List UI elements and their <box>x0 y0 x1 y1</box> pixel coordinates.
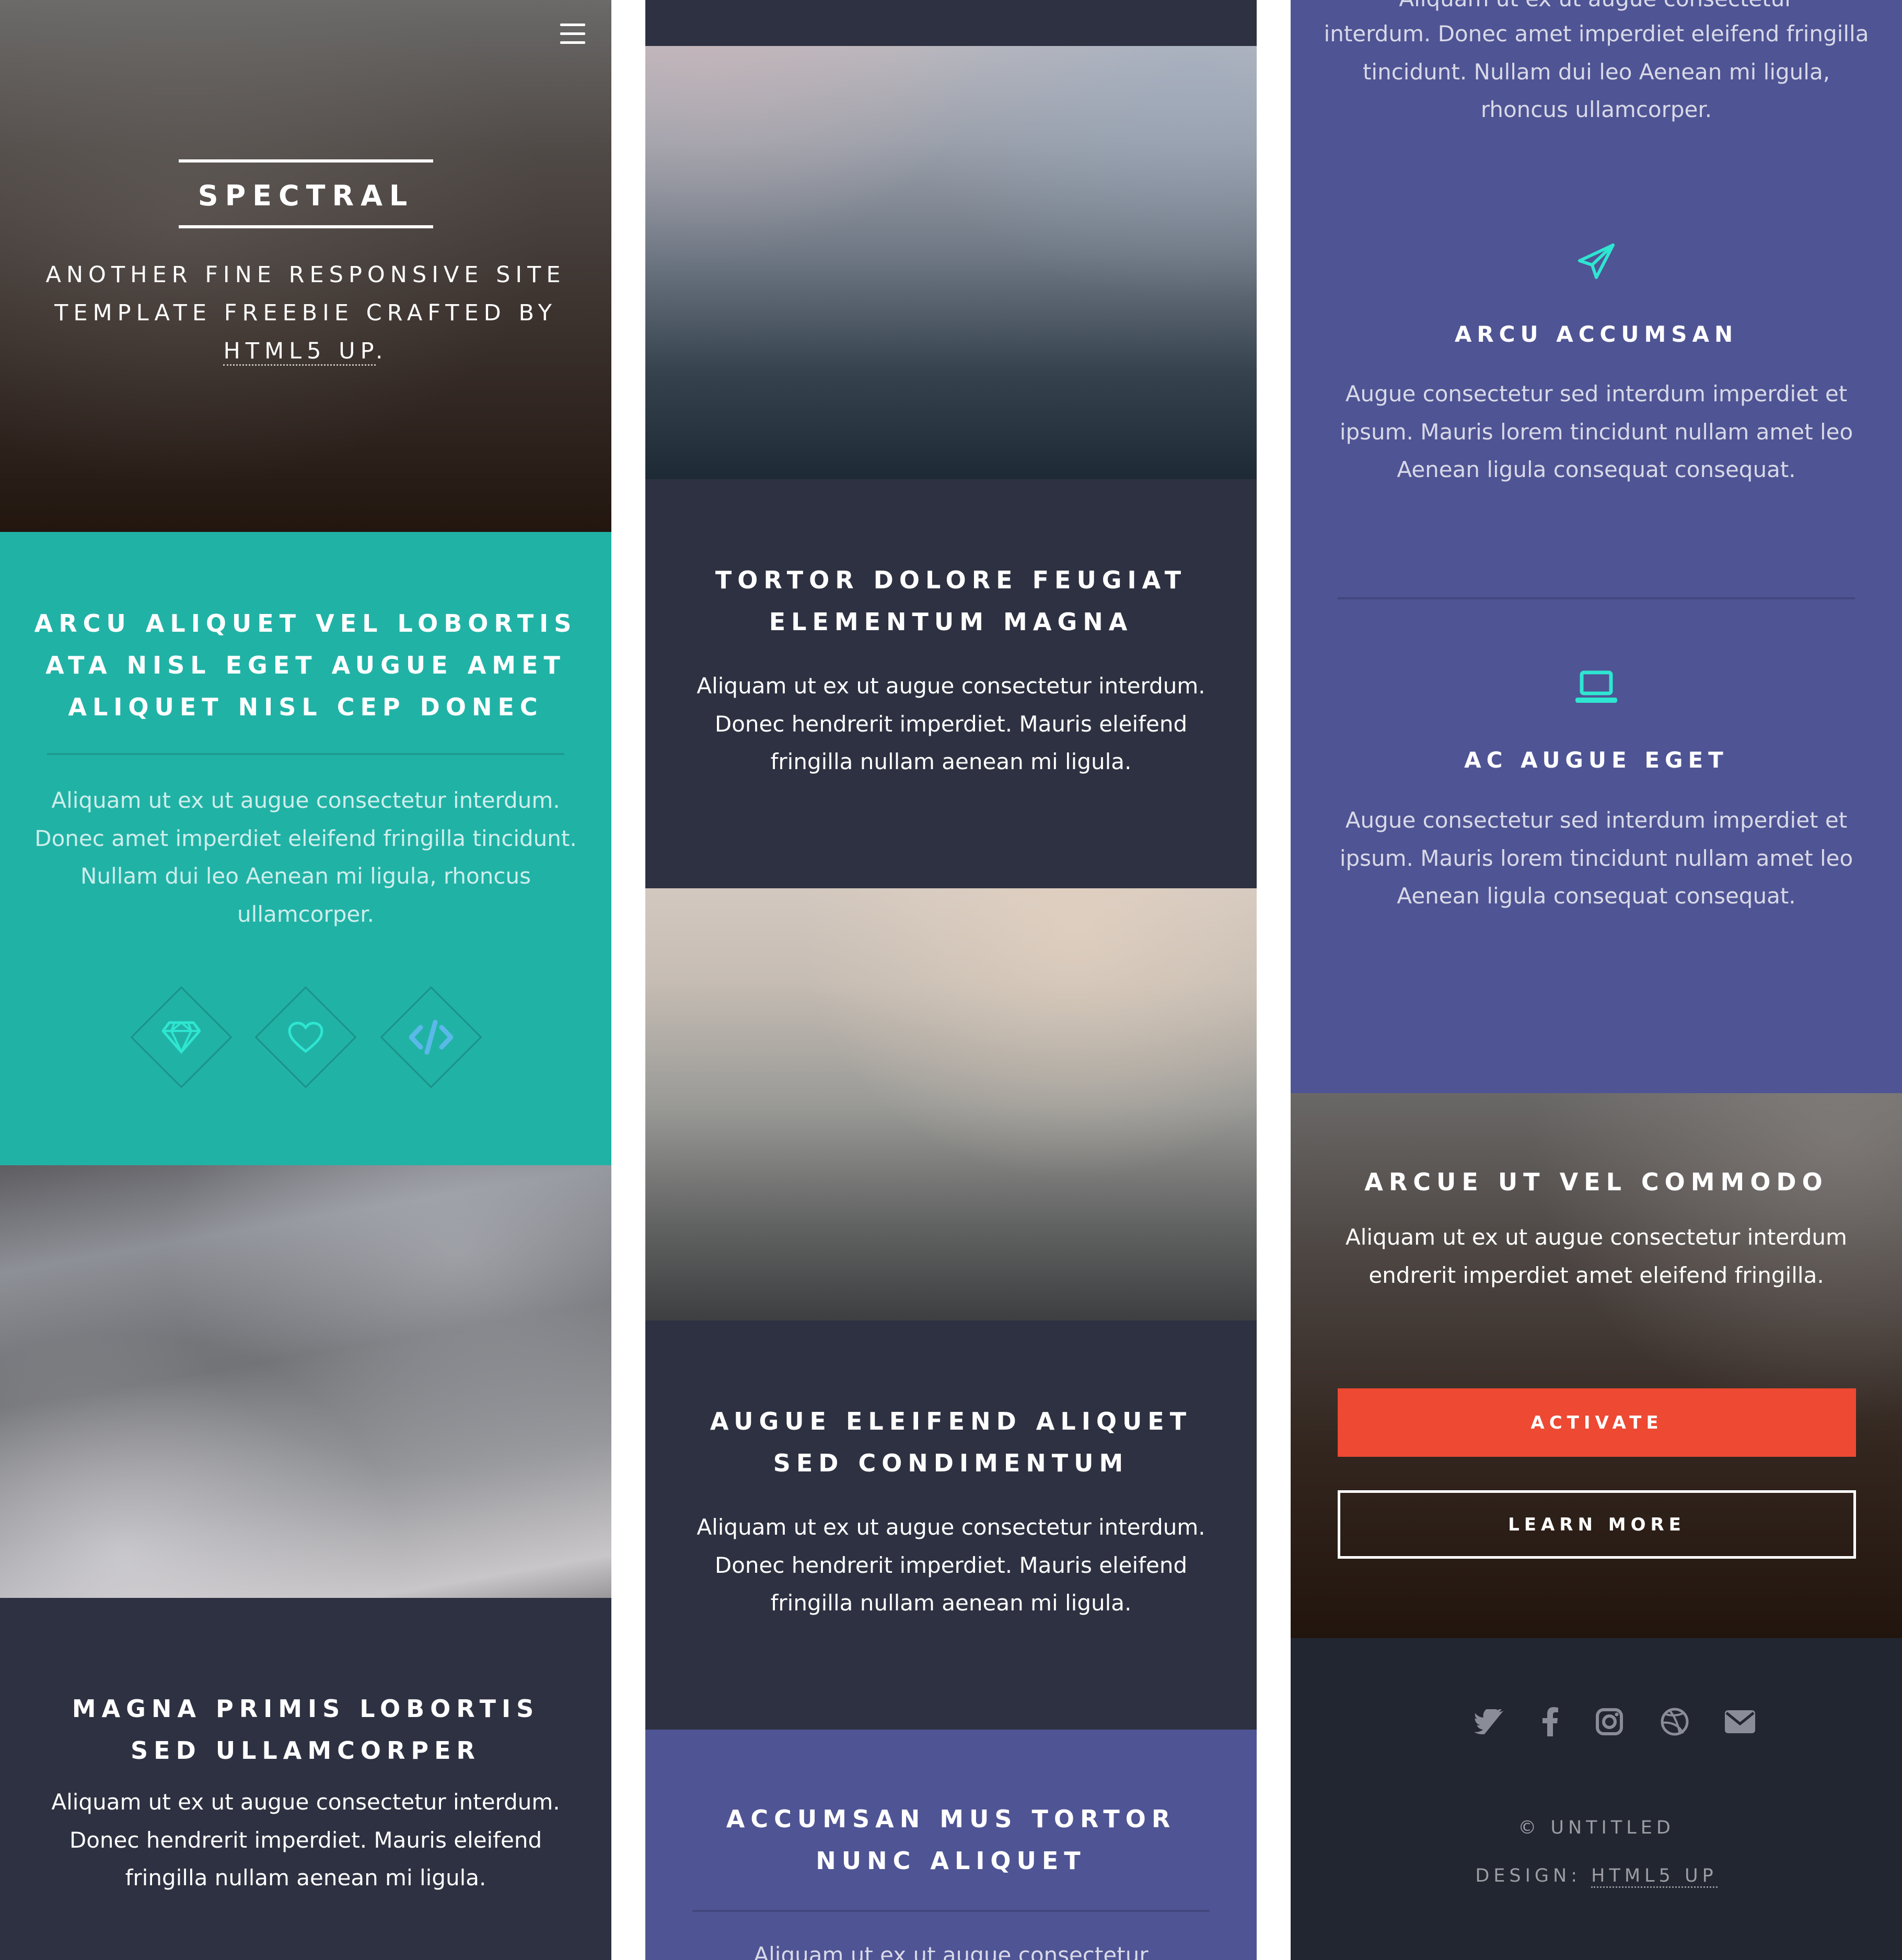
spotlight-title: TORTOR DOLORE FEUGIAT ELEMENTUM MAGNA <box>645 559 1257 643</box>
design-prefix: DESIGN: <box>1475 1865 1592 1886</box>
spotlight-title-line: ELEMENTUM MAGNA <box>769 608 1133 636</box>
spotlight-title-line: AUGUE ELEIFEND ALIQUET <box>710 1407 1192 1435</box>
spotlight-title-line: MAGNA PRIMIS LOBORTIS <box>72 1695 540 1723</box>
spotlight-2: TORTOR DOLORE FEUGIAT ELEMENTUM MAGNA Al… <box>645 479 1257 888</box>
features-title: ACCUMSAN MUS TORTOR NUNC ALIQUET <box>645 1798 1257 1882</box>
tagline-text: ANOTHER FINE RESPONSIVE SITE TEMPLATE FR… <box>45 262 566 326</box>
dark-strip <box>645 0 1257 46</box>
spotlight-body: Aliquam ut ex ut augue consectetur inter… <box>697 673 1205 774</box>
learn-more-button[interactable]: LEARN MORE <box>1338 1490 1856 1559</box>
banner-hero: SPECTRAL ANOTHER FINE RESPONSIVE SITE TE… <box>0 0 611 532</box>
features-intro: interdum. Donec amet imperdiet eleifend … <box>1324 21 1869 122</box>
intro-title-line: ARCU ALIQUET VEL LOBORTIS <box>34 609 577 637</box>
spotlight-1: MAGNA PRIMIS LOBORTIS SED ULLAMCORPER Al… <box>0 1598 611 1960</box>
spotlight-3: AUGUE ELEIFEND ALIQUET SED CONDIMENTUM A… <box>645 1320 1257 1730</box>
copyright-text: © UNTITLED <box>1518 1817 1675 1838</box>
spotlight-body: Aliquam ut ex ut augue consectetur inter… <box>51 1789 560 1891</box>
intro-title-line: ALIQUET NISL CEP DONEC <box>68 693 543 721</box>
email-icon[interactable] <box>1722 1703 1758 1740</box>
spotlight-title: MAGNA PRIMIS LOBORTIS SED ULLAMCORPER <box>0 1688 611 1771</box>
spotlight-body: Aliquam ut ex ut augue consectetur inter… <box>697 1514 1205 1616</box>
features-intro-start: Aliquam ut ex ut augue consectetur <box>753 1942 1149 1960</box>
spotlight-title-line: SED CONDIMENTUM <box>773 1449 1129 1477</box>
cta-body: Aliquam ut ex ut augue consectetur inter… <box>1346 1224 1847 1288</box>
page-column-2: TORTOR DOLORE FEUGIAT ELEMENTUM MAGNA Al… <box>645 0 1257 1960</box>
dribbble-icon[interactable] <box>1656 1703 1693 1740</box>
activate-button[interactable]: ACTIVATE <box>1338 1388 1856 1457</box>
instagram-icon[interactable] <box>1591 1703 1628 1740</box>
hero-tagline: ANOTHER FINE RESPONSIVE SITE TEMPLATE FR… <box>31 256 580 370</box>
page-column-3: Aliquam ut ex ut augue consectetur inter… <box>1291 0 1902 1960</box>
tagline-suffix: . <box>375 338 388 364</box>
page-column-1: SPECTRAL ANOTHER FINE RESPONSIVE SITE TE… <box>0 0 611 1960</box>
intro-title: ARCU ALIQUET VEL LOBORTIS ATA NISL EGET … <box>0 602 611 728</box>
intro-title-line: ATA NISL EGET AUGUE AMET <box>45 651 566 679</box>
feature-body: Augue consectetur sed interdum imperdiet… <box>1339 381 1853 482</box>
twitter-icon[interactable] <box>1471 1703 1507 1740</box>
hamburger-menu-icon[interactable] <box>560 24 585 47</box>
features-title-line: NUNC ALIQUET <box>816 1847 1086 1875</box>
feature-title: ARCU ACCUMSAN <box>1454 321 1738 347</box>
features-title-line: ACCUMSAN MUS TORTOR <box>726 1805 1176 1833</box>
heart-icon <box>280 1011 332 1063</box>
facebook-icon[interactable] <box>1532 1703 1569 1740</box>
paper-plane-icon <box>1570 235 1622 287</box>
diamond-icon <box>155 1011 207 1063</box>
features-item-divider <box>1338 597 1855 599</box>
feature-title: AC AUGUE EGET <box>1464 747 1729 773</box>
feature-body: Augue consectetur sed interdum imperdiet… <box>1339 807 1853 909</box>
features-divider <box>692 1910 1210 1912</box>
code-icon <box>405 1011 457 1063</box>
cta-title: ARCUE UT VEL COMMODO <box>1364 1168 1828 1196</box>
design-credit: DESIGN: HTML5 UP <box>1291 1865 1902 1888</box>
features-section: Aliquam ut ex ut augue consectetur inter… <box>1291 0 1902 1093</box>
footer <box>1291 1638 1902 1960</box>
spotlight-title: AUGUE ELEIFEND ALIQUET SED CONDIMENTUM <box>645 1400 1257 1484</box>
features-header: ACCUMSAN MUS TORTOR NUNC ALIQUET Aliquam… <box>645 1730 1257 1960</box>
spotlight-title-line: SED ULLAMCORPER <box>131 1736 481 1765</box>
logo-text: SPECTRAL <box>198 179 414 212</box>
site-logo[interactable]: SPECTRAL <box>179 159 433 228</box>
intro-body: Aliquam ut ex ut augue consectetur inter… <box>34 787 577 927</box>
spotlight-title-line: TORTOR DOLORE FEUGIAT <box>715 566 1187 594</box>
html5up-footer-link[interactable]: HTML5 UP <box>1591 1865 1718 1888</box>
html5up-link[interactable]: HTML5 UP <box>223 338 376 366</box>
laptop-icon <box>1570 662 1622 714</box>
intro-divider <box>47 753 564 755</box>
spotlight-image[interactable] <box>0 1165 611 1598</box>
spotlight-image[interactable] <box>645 46 1257 479</box>
spotlight-image[interactable] <box>645 888 1257 1320</box>
